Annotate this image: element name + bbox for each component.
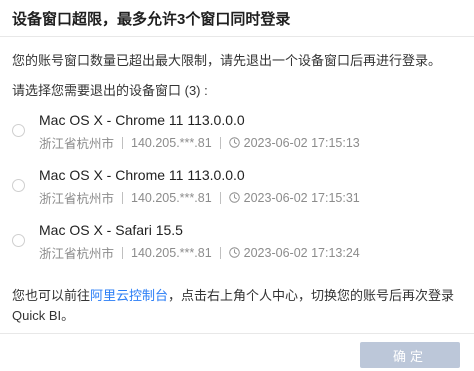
clock-icon <box>228 137 240 148</box>
separator <box>219 191 221 204</box>
device-name: Mac OS X - Safari 15.5 <box>39 222 183 238</box>
dialog-footer: 确定 <box>0 333 474 371</box>
clock-icon <box>228 247 240 258</box>
device-limit-dialog: 设备窗口超限，最多允许3个窗口同时登录 您的账号窗口数量已超出最大限制，请先退出… <box>0 0 474 370</box>
radio-unchecked-icon[interactable] <box>12 124 25 137</box>
device-option-2[interactable]: Mac OS X - Chrome 11 113.0.0.0 浙江省杭州市 14… <box>12 167 462 211</box>
aliyun-console-link[interactable]: 阿里云控制台 <box>90 288 168 303</box>
device-option-1[interactable]: Mac OS X - Chrome 11 113.0.0.0 浙江省杭州市 14… <box>12 112 462 156</box>
device-location: 浙江省杭州市 <box>39 247 115 261</box>
select-prompt: 请选择您需要退出的设备窗口 (3) : <box>12 83 208 98</box>
device-ip: 140.205.***.81 <box>131 190 212 205</box>
footer-note-prefix: 您也可以前往 <box>12 288 91 303</box>
separator <box>122 246 124 259</box>
dialog-header: 设备窗口超限，最多允许3个窗口同时登录 <box>0 0 474 37</box>
device-location: 浙江省杭州市 <box>39 192 115 206</box>
intro-text: 您的账号窗口数量已超出最大限制，请先退出一个设备窗口后再进行登录。 <box>12 53 442 68</box>
footer-note: 您也可以前往阿里云控制台，点击右上角个人中心，切换您的账号后再次登录 Quick… <box>12 286 462 326</box>
radio-unchecked-icon[interactable] <box>12 234 25 247</box>
clock-icon <box>228 192 240 203</box>
device-meta: 浙江省杭州市 140.205.***.81 2023-06-02 17:15:1… <box>39 133 360 152</box>
device-meta: 浙江省杭州市 140.205.***.81 2023-06-02 17:15:3… <box>39 188 360 207</box>
device-meta: 浙江省杭州市 140.205.***.81 2023-06-02 17:13:2… <box>39 243 360 262</box>
dialog-title: 设备窗口超限，最多允许3个窗口同时登录 <box>12 11 291 28</box>
device-ip: 140.205.***.81 <box>131 135 212 150</box>
device-location: 浙江省杭州市 <box>39 137 115 151</box>
separator <box>219 136 221 149</box>
separator <box>219 246 221 259</box>
radio-unchecked-icon[interactable] <box>12 179 25 192</box>
device-login-time: 2023-06-02 17:15:13 <box>243 135 360 150</box>
device-login-time: 2023-06-02 17:15:31 <box>243 190 360 205</box>
device-name: Mac OS X - Chrome 11 113.0.0.0 <box>39 112 245 128</box>
device-option-3[interactable]: Mac OS X - Safari 15.5 浙江省杭州市 140.205.**… <box>12 222 462 266</box>
device-login-time: 2023-06-02 17:13:24 <box>243 245 360 260</box>
separator <box>122 136 124 149</box>
confirm-button[interactable]: 确定 <box>360 342 460 368</box>
device-ip: 140.205.***.81 <box>131 245 212 260</box>
separator <box>122 191 124 204</box>
device-name: Mac OS X - Chrome 11 113.0.0.0 <box>39 167 245 183</box>
